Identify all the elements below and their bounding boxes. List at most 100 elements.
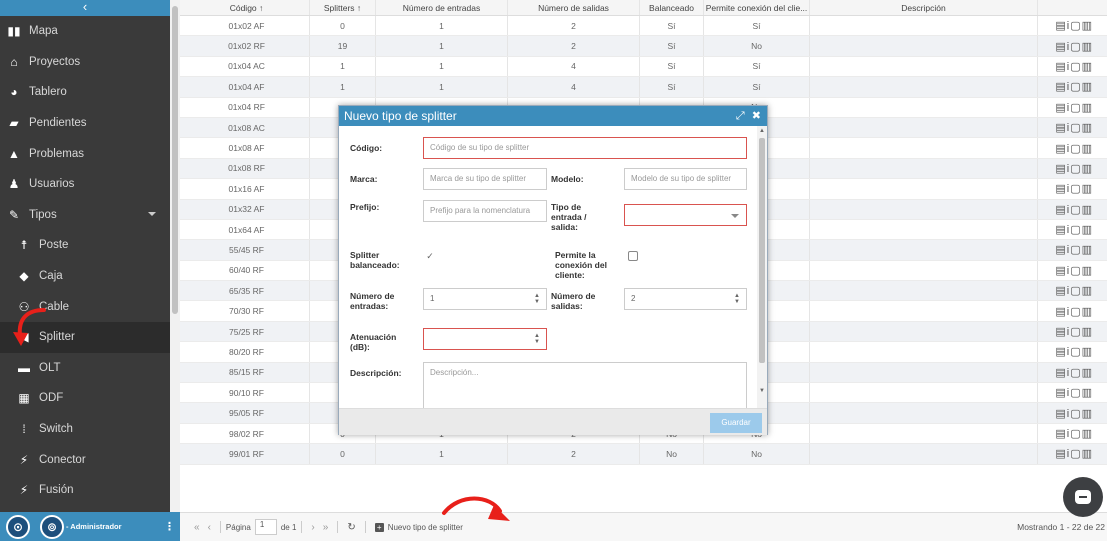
- sidebar-item-odf[interactable]: ▦ ODF: [0, 383, 170, 414]
- row-actions[interactable]: ▤i▢▥: [1038, 57, 1107, 76]
- stepper-icon[interactable]: ▲ ▼: [734, 293, 740, 305]
- modelo-label: Modelo:: [551, 174, 584, 184]
- sidebar-item-olt[interactable]: ▬ OLT: [0, 353, 170, 384]
- row-actions[interactable]: ▤i▢▥: [1038, 36, 1107, 55]
- plus-icon: +: [374, 522, 384, 532]
- refresh-icon[interactable]: ↻: [347, 522, 355, 533]
- sidebar-item-label: Usuarios: [29, 178, 75, 191]
- balanceado-checkbox[interactable]: ✓: [425, 251, 435, 261]
- row-actions[interactable]: ▤i▢▥: [1038, 220, 1107, 239]
- sidebar-item-tablero[interactable]: ◕ Tablero: [0, 77, 170, 108]
- sidebar-scrollbar-thumb[interactable]: [172, 6, 178, 314]
- sidebar-item-pendientes[interactable]: ▰ Pendientes: [0, 108, 170, 139]
- cell-codigo: 55/45 RF: [184, 240, 310, 260]
- cell-descripcion: [810, 362, 1038, 383]
- row-actions[interactable]: ▤i▢▥: [1038, 200, 1107, 219]
- row-actions[interactable]: ▤i▢▥: [1038, 301, 1107, 320]
- close-icon[interactable]: ✖: [752, 110, 761, 122]
- dialog-scrollbar-thumb[interactable]: [759, 138, 765, 363]
- sidebar-item-conector[interactable]: ⚡ Conector: [0, 444, 170, 475]
- olt-icon: ▬: [18, 360, 30, 375]
- row-actions[interactable]: ▤i▢▥: [1038, 342, 1107, 361]
- row-actions[interactable]: ▤i▢▥: [1038, 363, 1107, 382]
- row-actions[interactable]: ▤i▢▥: [1038, 261, 1107, 280]
- sidebar-item-label: Splitter: [39, 331, 75, 344]
- column-header-salidas[interactable]: Número de salidas: [508, 0, 640, 15]
- sidebar-item-splitter[interactable]: ◀ Splitter: [0, 321, 170, 353]
- row-actions[interactable]: ▤i▢▥: [1038, 179, 1107, 198]
- expand-icon[interactable]: ⤢: [736, 110, 745, 122]
- balanceado-label: Splitter balanceado:: [350, 250, 400, 270]
- cell-codigo: 75/25 RF: [184, 321, 310, 342]
- salidas-input[interactable]: 2 ▲ ▼: [624, 288, 747, 310]
- prefijo-input[interactable]: Prefijo para la nomenclatura: [423, 200, 547, 222]
- marca-input[interactable]: Marca de su tipo de splitter: [423, 168, 547, 190]
- entradas-input[interactable]: 1 ▲ ▼: [423, 288, 547, 310]
- column-header-codigo[interactable]: Código ↑: [184, 0, 310, 15]
- sidebar-collapse-button[interactable]: ‹: [0, 0, 170, 16]
- row-actions[interactable]: ▤i▢▥: [1038, 77, 1107, 96]
- chat-button[interactable]: [1063, 477, 1103, 517]
- descripcion-textarea[interactable]: Descripción...: [423, 362, 747, 408]
- column-header-entradas[interactable]: Número de entradas: [376, 0, 508, 15]
- conexion-checkbox[interactable]: [628, 251, 638, 261]
- tipo-select[interactable]: [624, 204, 747, 226]
- user-menu-button[interactable]: ⋮: [164, 520, 175, 533]
- new-splitter-type-button[interactable]: + Nuevo tipo de splitter: [371, 522, 463, 532]
- table-row[interactable]: 01x04 AF 1 1 4 Sí Sí ▤i▢▥: [180, 77, 1107, 98]
- cell-descripcion: [810, 138, 1038, 158]
- table-row[interactable]: 01x02 AF 0 1 2 Sí Sí ▤i▢▥: [180, 16, 1107, 37]
- atenuacion-input[interactable]: ▲ ▼: [423, 328, 547, 350]
- table-row[interactable]: 01x02 RF 19 1 2 Sí No ▤i▢▥: [180, 36, 1107, 57]
- sidebar-item-fusi-n[interactable]: ⚡ Fusión: [0, 475, 170, 506]
- last-page-button[interactable]: »: [323, 522, 329, 533]
- prev-page-button[interactable]: ‹: [208, 522, 211, 533]
- table-row[interactable]: 99/01 RF 0 1 2 No No ▤i▢▥: [180, 444, 1107, 465]
- sidebar-item-poste[interactable]: ☨ Poste: [0, 230, 170, 261]
- stepper-icon[interactable]: ▲ ▼: [534, 333, 540, 345]
- table-row[interactable]: 01x04 AC 1 1 4 Sí Sí ▤i▢▥: [180, 56, 1107, 78]
- row-actions[interactable]: ▤i▢▥: [1038, 118, 1107, 137]
- page-input[interactable]: 1: [254, 519, 277, 535]
- dialog-scrollbar[interactable]: ▲ ▼: [757, 126, 767, 408]
- row-actions[interactable]: ▤i▢▥: [1038, 138, 1107, 157]
- row-actions[interactable]: ▤i▢▥: [1038, 159, 1107, 178]
- entradas-label: Número de entradas:: [350, 291, 395, 311]
- sidebar-item-mapa[interactable]: ▮▮ Mapa: [0, 16, 170, 47]
- column-header-balanceado[interactable]: Balanceado: [640, 0, 704, 15]
- modelo-input[interactable]: Modelo de su tipo de splitter: [624, 168, 747, 190]
- cell-balanceado: Sí: [640, 56, 704, 77]
- row-actions[interactable]: ▤i▢▥: [1038, 240, 1107, 259]
- cell-splitters: 1: [310, 56, 376, 77]
- cell-salidas: 2: [508, 16, 640, 36]
- row-actions[interactable]: ▤i▢▥: [1038, 424, 1107, 443]
- next-page-button[interactable]: ›: [311, 522, 314, 533]
- cell-balanceado: Sí: [640, 77, 704, 97]
- sidebar-item-usuarios[interactable]: ♟ Usuarios: [0, 169, 170, 200]
- row-actions[interactable]: ▤i▢▥: [1038, 403, 1107, 422]
- pagination-bar: « ‹ Página 1 de 1 › » ↻ + Nuevo tipo de …: [180, 512, 1107, 541]
- row-actions[interactable]: ▤i▢▥: [1038, 444, 1107, 463]
- cell-codigo: 80/20 RF: [184, 342, 310, 362]
- dialog-header[interactable]: Nuevo tipo de splitter ⤢ ✖: [339, 106, 767, 126]
- column-header-conexion[interactable]: Permite conexión del clie...: [704, 0, 810, 15]
- column-header-descripcion[interactable]: Descripción: [810, 0, 1038, 15]
- cell-descripcion: [810, 383, 1038, 403]
- row-actions[interactable]: ▤i▢▥: [1038, 98, 1107, 117]
- sidebar-item-tipos[interactable]: ✎ Tipos: [0, 200, 170, 231]
- stepper-icon[interactable]: ▲ ▼: [534, 293, 540, 305]
- sidebar-item-problemas[interactable]: ▲ Problemas: [0, 138, 170, 169]
- sidebar-item-cable[interactable]: ⚇ Cable: [0, 291, 170, 322]
- first-page-button[interactable]: «: [194, 522, 200, 533]
- row-actions[interactable]: ▤i▢▥: [1038, 322, 1107, 341]
- row-actions[interactable]: ▤i▢▥: [1038, 281, 1107, 300]
- save-button[interactable]: Guardar: [710, 413, 762, 433]
- column-header-splitters[interactable]: Splitters ↑: [310, 0, 376, 15]
- row-actions[interactable]: ▤i▢▥: [1038, 383, 1107, 402]
- sidebar-item-switch[interactable]: ⁞ Switch: [0, 414, 170, 445]
- sidebar-item-caja[interactable]: ◆ Caja: [0, 261, 170, 292]
- page-count: de 1: [280, 522, 297, 532]
- sidebar-item-proyectos[interactable]: ⌂ Proyectos: [0, 47, 170, 78]
- codigo-input[interactable]: Código de su tipo de splitter: [423, 137, 747, 159]
- row-actions[interactable]: ▤i▢▥: [1038, 16, 1107, 35]
